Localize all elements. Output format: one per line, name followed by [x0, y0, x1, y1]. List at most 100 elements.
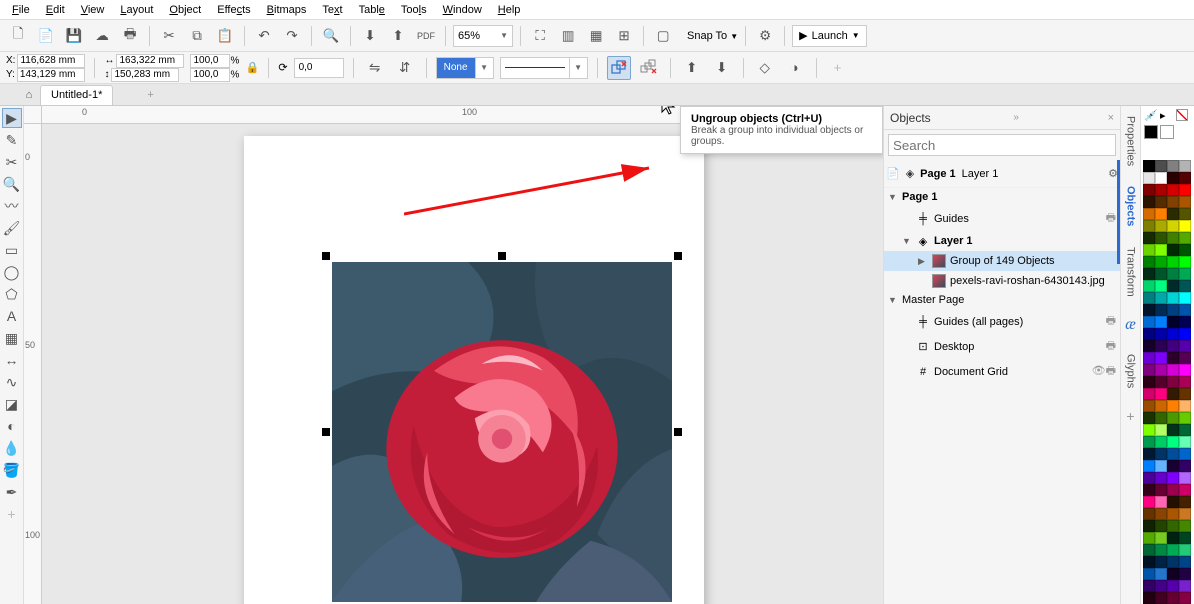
color-swatch[interactable]: [1167, 448, 1179, 460]
color-swatch[interactable]: [1167, 568, 1179, 580]
color-swatch[interactable]: [1179, 556, 1191, 568]
color-swatch[interactable]: [1167, 268, 1179, 280]
rotation-field[interactable]: [294, 58, 344, 78]
menu-window[interactable]: Window: [435, 2, 490, 18]
tree-node-layer[interactable]: ▼◈Layer 1: [884, 231, 1120, 251]
color-swatch[interactable]: [1179, 352, 1191, 364]
snap-off-button[interactable]: ▢: [651, 24, 675, 48]
selected-artwork[interactable]: [332, 262, 672, 602]
color-swatch[interactable]: [1167, 196, 1179, 208]
color-swatch[interactable]: [1167, 388, 1179, 400]
color-swatch[interactable]: [1155, 448, 1167, 460]
color-swatch[interactable]: [1167, 508, 1179, 520]
wrap-text-button[interactable]: ◑: [783, 56, 807, 80]
copy-button[interactable]: ⧉: [185, 24, 209, 48]
page-selector-icon[interactable]: 📄: [886, 167, 900, 180]
ruler-origin[interactable]: [24, 106, 42, 124]
color-swatch[interactable]: [1155, 292, 1167, 304]
color-swatch[interactable]: [1155, 364, 1167, 376]
menu-text[interactable]: Text: [314, 2, 350, 18]
color-swatch[interactable]: [1179, 532, 1191, 544]
menu-help[interactable]: Help: [490, 2, 529, 18]
color-swatch[interactable]: [1167, 484, 1179, 496]
convert-to-curves-button[interactable]: ◇: [753, 56, 777, 80]
canvas[interactable]: 0100 050100: [24, 106, 883, 604]
color-swatch[interactable]: [1167, 412, 1179, 424]
color-swatch[interactable]: [1155, 508, 1167, 520]
table-tool[interactable]: ▦: [2, 328, 22, 348]
color-swatch[interactable]: [1179, 364, 1191, 376]
scale-x-field[interactable]: [190, 54, 230, 68]
color-swatch[interactable]: [1179, 280, 1191, 292]
color-swatch[interactable]: [1167, 316, 1179, 328]
import-button[interactable]: ⬇: [358, 24, 382, 48]
color-swatch[interactable]: [1155, 184, 1167, 196]
color-swatch[interactable]: [1155, 280, 1167, 292]
color-swatch[interactable]: [1167, 256, 1179, 268]
add-docker-button[interactable]: +: [1126, 408, 1134, 424]
save-button[interactable]: 💾: [62, 24, 86, 48]
color-swatch[interactable]: [1155, 196, 1167, 208]
color-swatch[interactable]: [1167, 232, 1179, 244]
color-swatch[interactable]: [1155, 268, 1167, 280]
color-swatch[interactable]: [1179, 544, 1191, 556]
color-swatch[interactable]: [1179, 316, 1191, 328]
color-swatch[interactable]: [1155, 160, 1167, 172]
width-field[interactable]: [116, 54, 184, 68]
crop-tool[interactable]: ✂: [2, 152, 22, 172]
close-docker-icon[interactable]: ×: [1108, 112, 1114, 124]
outline-tool[interactable]: ✒: [2, 482, 22, 502]
color-swatch[interactable]: [1143, 544, 1155, 556]
document-tab[interactable]: Untitled-1*: [40, 85, 113, 105]
tree-node-guides[interactable]: ╪Guides (all pages)🖶: [884, 309, 1120, 334]
color-swatch[interactable]: [1155, 220, 1167, 232]
color-swatch[interactable]: [1167, 436, 1179, 448]
shape-tool[interactable]: ✎: [2, 130, 22, 150]
color-swatch[interactable]: [1155, 232, 1167, 244]
color-swatch[interactable]: [1179, 568, 1191, 580]
ungroup-all-button[interactable]: [637, 56, 661, 80]
color-swatch[interactable]: [1167, 208, 1179, 220]
color-swatch[interactable]: [1155, 436, 1167, 448]
color-swatch[interactable]: [1167, 424, 1179, 436]
menu-edit[interactable]: Edit: [38, 2, 73, 18]
color-swatch[interactable]: [1155, 472, 1167, 484]
color-swatch[interactable]: [1167, 160, 1179, 172]
cloud-button[interactable]: ☁: [90, 24, 114, 48]
color-swatch[interactable]: [1143, 460, 1155, 472]
color-swatch[interactable]: [1143, 532, 1155, 544]
no-color-swatch[interactable]: [1176, 109, 1188, 121]
color-swatch[interactable]: [1155, 304, 1167, 316]
lock-ratio-icon[interactable]: 🔒: [245, 56, 259, 80]
color-swatch[interactable]: [1143, 220, 1155, 232]
menu-object[interactable]: Object: [161, 2, 209, 18]
color-swatch[interactable]: [1167, 400, 1179, 412]
open-button[interactable]: 📄: [34, 24, 58, 48]
color-swatch[interactable]: [1179, 436, 1191, 448]
menu-view[interactable]: View: [73, 2, 113, 18]
show-guidelines-button[interactable]: ⊞: [612, 24, 636, 48]
new-tab-button[interactable]: +: [113, 85, 163, 105]
swatch-black[interactable]: [1144, 125, 1158, 139]
scale-y-field[interactable]: [190, 68, 230, 82]
color-swatch[interactable]: [1143, 508, 1155, 520]
color-swatch[interactable]: [1167, 472, 1179, 484]
menu-table[interactable]: Table: [351, 2, 393, 18]
color-swatch[interactable]: [1143, 208, 1155, 220]
color-swatch[interactable]: [1143, 184, 1155, 196]
new-document-button[interactable]: 🗋: [6, 24, 30, 48]
to-front-button[interactable]: ⬆: [680, 56, 704, 80]
color-swatch[interactable]: [1179, 208, 1191, 220]
connector-tool[interactable]: ∿: [2, 372, 22, 392]
color-swatch[interactable]: [1179, 460, 1191, 472]
color-swatch[interactable]: [1143, 268, 1155, 280]
color-swatch[interactable]: [1179, 400, 1191, 412]
color-swatch[interactable]: [1155, 400, 1167, 412]
freehand-tool[interactable]: 〰: [2, 196, 22, 216]
collapse-docker-icon[interactable]: »: [1013, 112, 1019, 123]
toolbox-plus[interactable]: +: [2, 504, 22, 524]
color-swatch[interactable]: [1167, 556, 1179, 568]
color-swatch[interactable]: [1179, 340, 1191, 352]
tree-node-grid[interactable]: #Document Grid👁🖶: [884, 359, 1120, 384]
color-swatch[interactable]: [1179, 472, 1191, 484]
